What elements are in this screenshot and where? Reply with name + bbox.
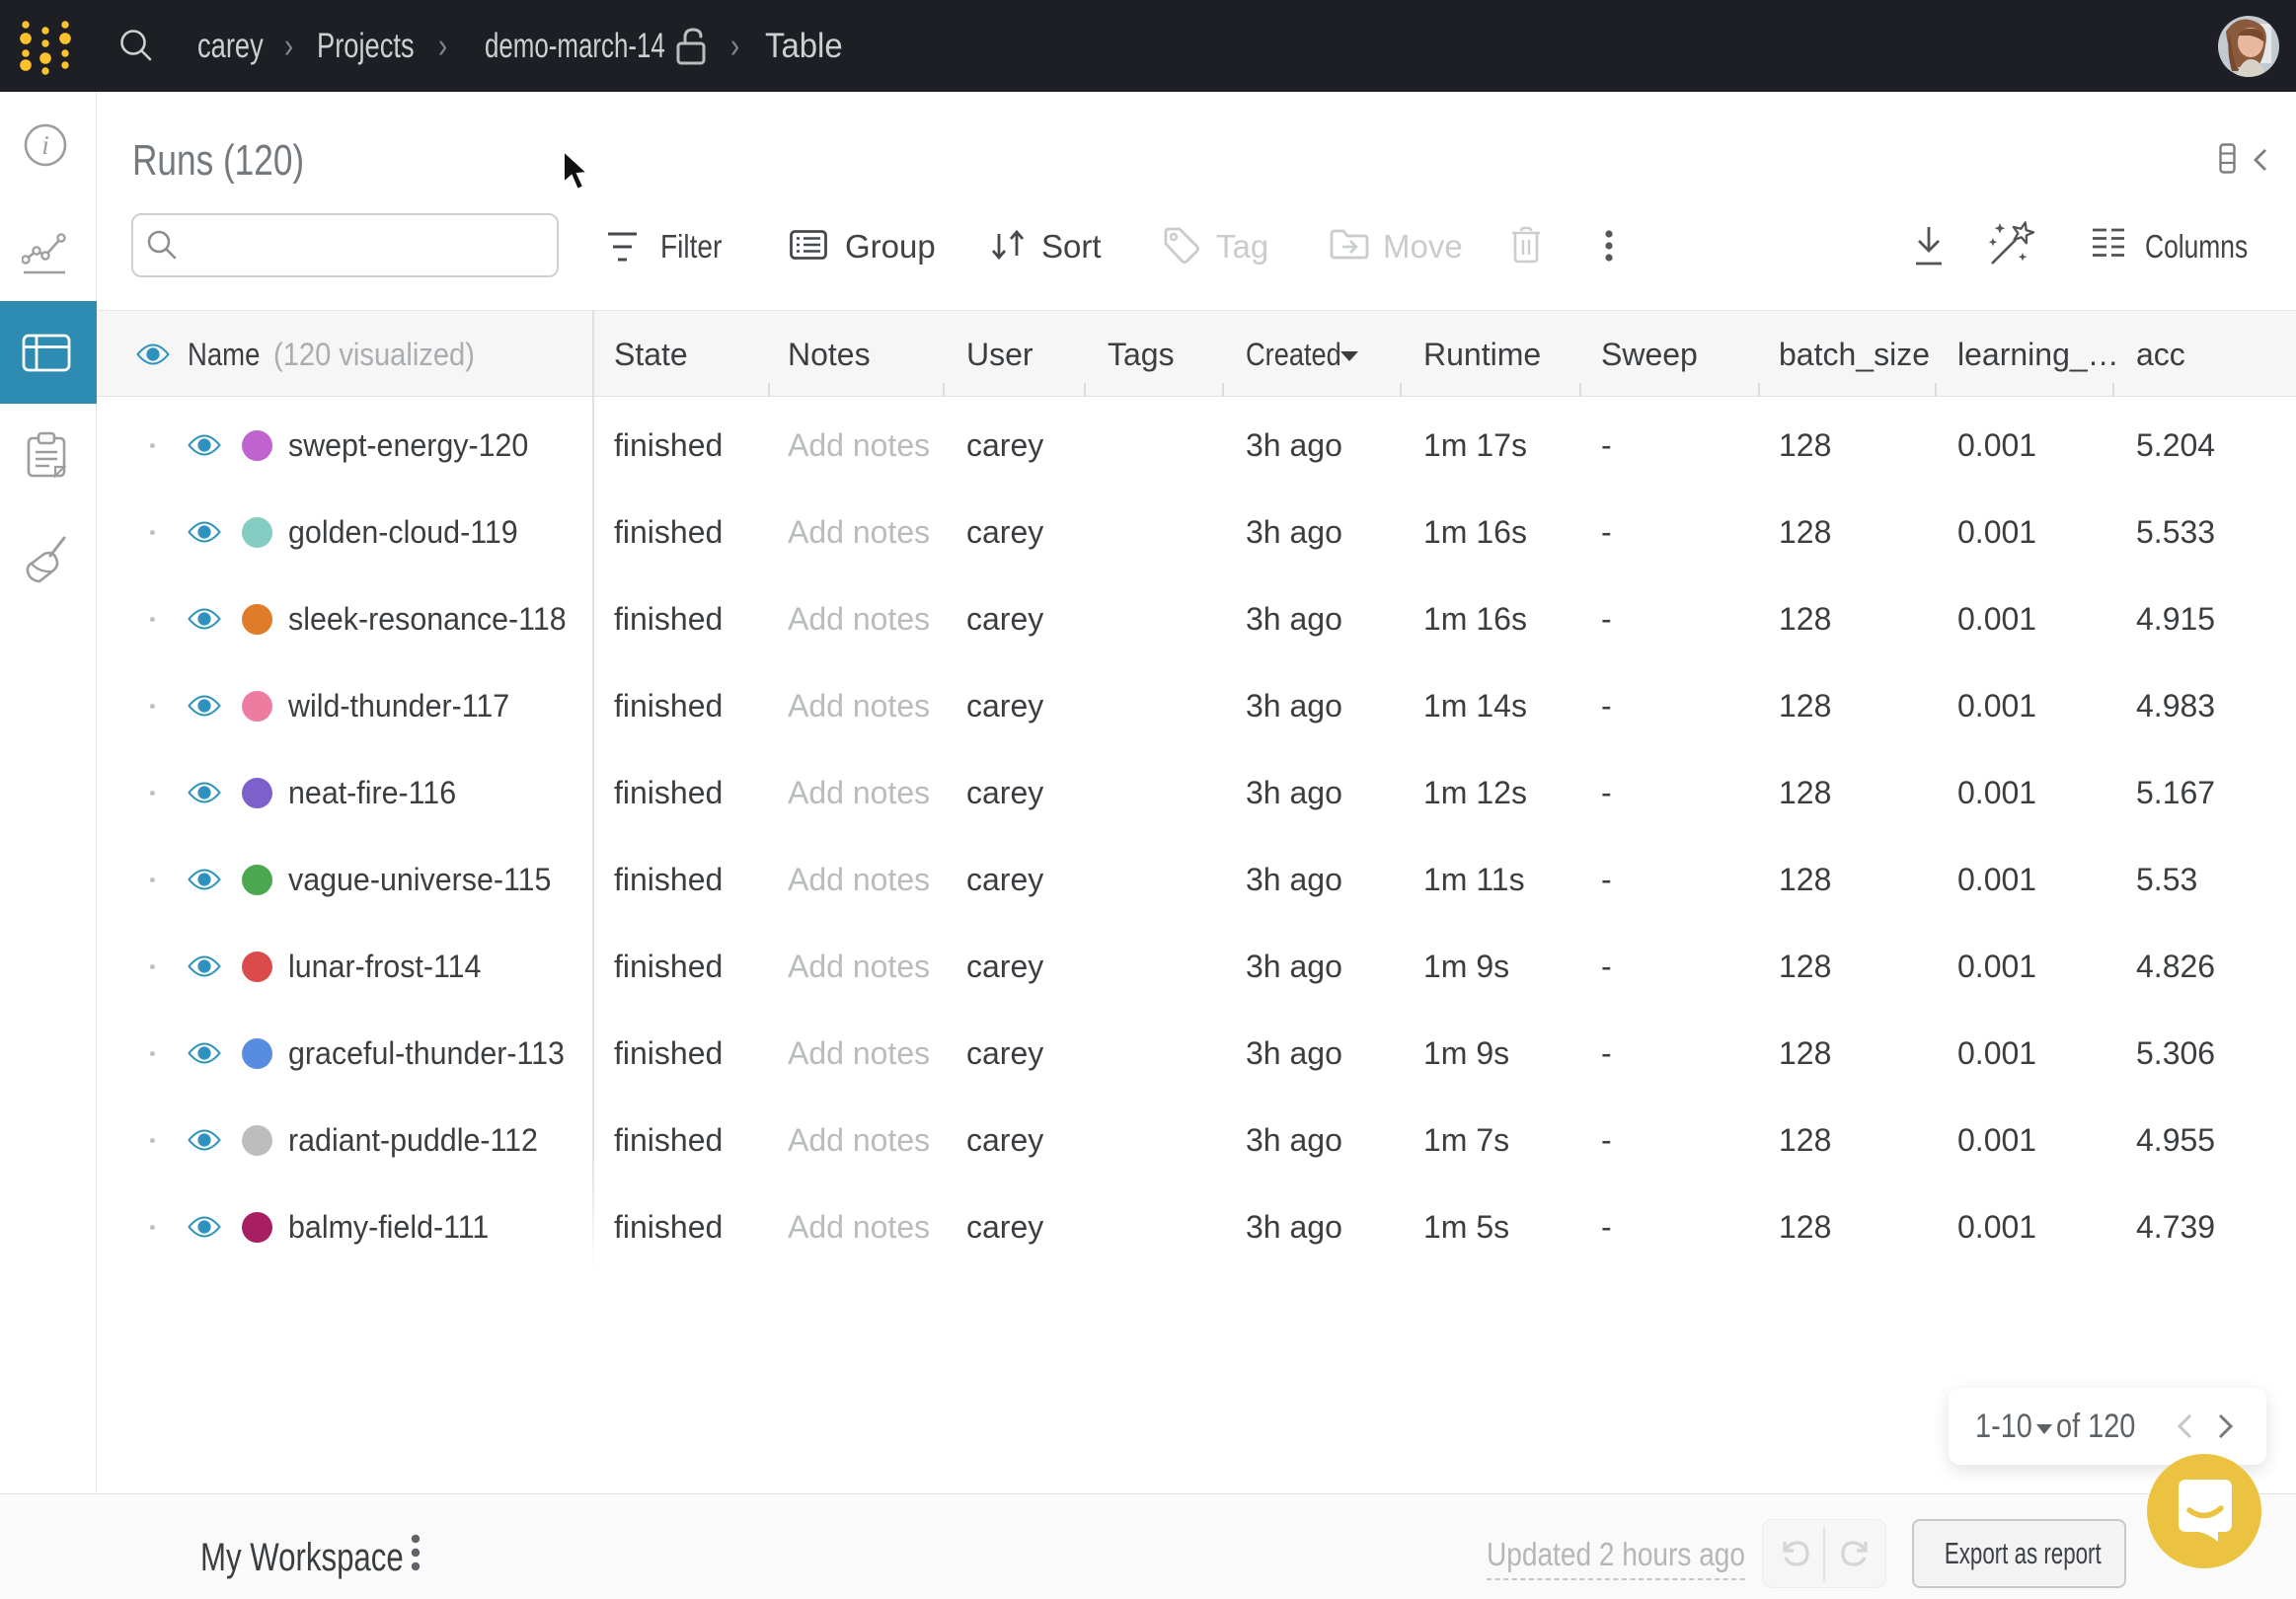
svg-text:i: i [41,130,49,160]
